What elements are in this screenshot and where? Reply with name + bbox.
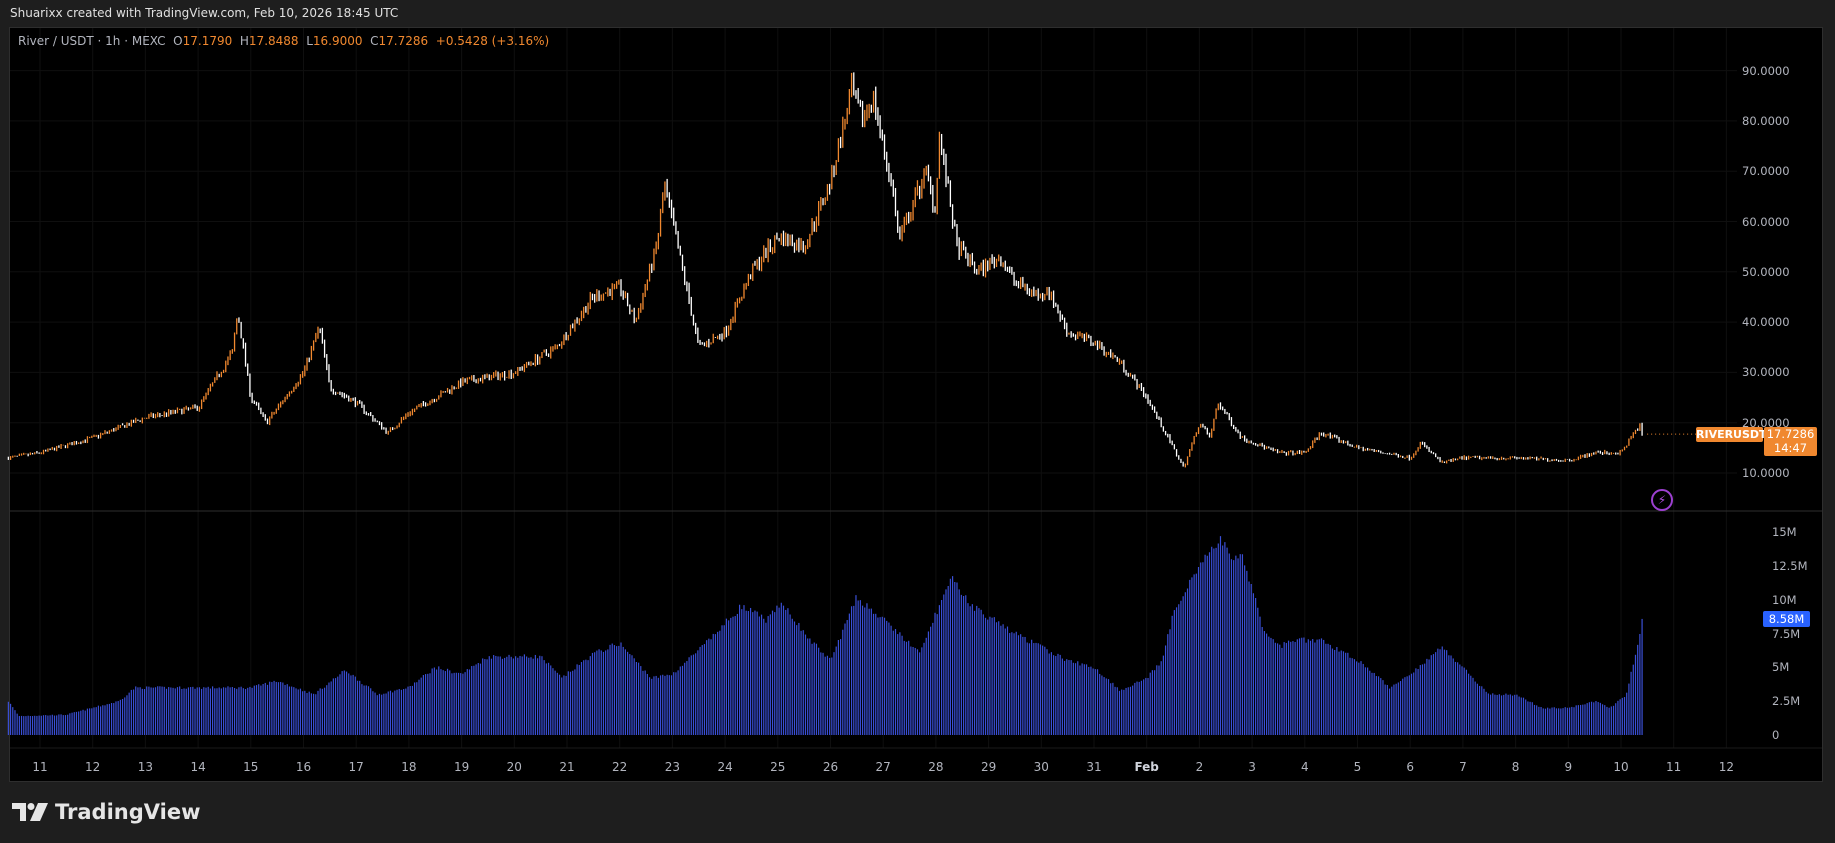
time-tick-label: 23 <box>664 760 681 774</box>
close-label: C <box>370 34 379 48</box>
time-tick-label: 14 <box>190 760 206 774</box>
time-tick-label: 12 <box>85 760 101 774</box>
time-tick-label: 10 <box>1613 760 1629 774</box>
time-tick-label: 18 <box>401 760 417 774</box>
price-tick-label: 10.0000 <box>1742 466 1790 480</box>
time-tick-label: 21 <box>559 760 575 774</box>
time-tick-label: 2 <box>1195 760 1204 774</box>
time-tick-label: 26 <box>822 760 839 774</box>
price-tick-label: 40.0000 <box>1742 315 1790 330</box>
close-value: 17.7286 <box>378 34 429 48</box>
time-tick-label: 8 <box>1511 760 1520 774</box>
symbol-price-label: RIVERUSDT <box>1696 427 1767 442</box>
time-tick-label: 17 <box>348 760 364 774</box>
time-tick-label: 9 <box>1564 760 1573 774</box>
open-value: 17.1790 <box>182 34 233 48</box>
time-tick-label: 4 <box>1300 760 1309 774</box>
last-price: 17.7286 <box>1766 427 1815 441</box>
time-tick-label: 22 <box>612 760 628 774</box>
time-tick-label: 6 <box>1406 760 1415 774</box>
time-tick-label: 29 <box>980 760 997 774</box>
last-volume-badge: 8.58M <box>1763 611 1810 627</box>
change-value: +0.5428 (+3.16%) <box>435 34 550 48</box>
price-tick-label: 50.0000 <box>1742 264 1790 279</box>
symbol-title[interactable]: River / USDT · 1h · MEXC <box>18 34 166 48</box>
time-tick-label: 28 <box>928 760 944 774</box>
time-tick-label: 31 <box>1086 760 1102 774</box>
time-tick-label: 25 <box>770 760 786 774</box>
price-tick-label: 80.0000 <box>1742 113 1790 128</box>
price-tick-label: 70.0000 <box>1742 164 1790 179</box>
volume-tick-label: 2.5M <box>1772 694 1801 709</box>
tradingview-logo-icon <box>12 803 48 821</box>
price-tick-label: 90.0000 <box>1742 63 1790 78</box>
time-tick-label: 16 <box>295 760 312 774</box>
volume-tick-label: 10M <box>1772 592 1797 607</box>
volume-tick-label: 12.5M <box>1772 558 1808 573</box>
high-value: 17.8488 <box>248 34 299 48</box>
time-tick-label: 7 <box>1459 760 1467 774</box>
time-tick-label: 27 <box>875 760 891 774</box>
last-price-badge: 17.7286 14:47 <box>1764 427 1817 456</box>
open-label: O <box>173 34 183 48</box>
time-tick-label: 15 <box>243 760 259 774</box>
price-tick-label: 60.0000 <box>1742 214 1790 229</box>
volume-tick-label: 0 <box>1772 728 1780 742</box>
volume-tick-label: 7.5M <box>1772 626 1801 641</box>
tradingview-logo[interactable]: TradingView <box>12 800 200 824</box>
lightning-icon[interactable]: ⚡ <box>1651 489 1673 511</box>
time-tick-label: 11 <box>32 760 48 774</box>
time-tick-label: 3 <box>1248 760 1256 774</box>
bar-countdown: 14:47 <box>1773 441 1808 455</box>
low-value: 16.9000 <box>312 34 363 48</box>
volume-tick-label: 15M <box>1772 525 1797 540</box>
low-label: L <box>306 34 313 48</box>
high-label: H <box>239 34 249 48</box>
volume-tick-label: 5M <box>1772 660 1790 675</box>
time-tick-label: 19 <box>453 760 470 774</box>
price-tick-label: 30.0000 <box>1742 365 1790 380</box>
time-tick-label: 13 <box>137 760 154 774</box>
time-tick-label: 20 <box>506 760 522 774</box>
time-tick-label: 24 <box>717 760 733 774</box>
time-tick-label: 30 <box>1033 760 1049 774</box>
time-tick-label: 12 <box>1718 760 1735 774</box>
ohlc-legend: River / USDT · 1h · MEXC O17.1790 H17.84… <box>18 34 549 48</box>
logo-text: TradingView <box>55 800 201 824</box>
time-tick-label: 11 <box>1666 760 1682 774</box>
chart-canvas[interactable] <box>0 0 1835 843</box>
time-tick-label: Feb <box>1134 760 1159 774</box>
time-tick-label: 5 <box>1353 760 1362 774</box>
